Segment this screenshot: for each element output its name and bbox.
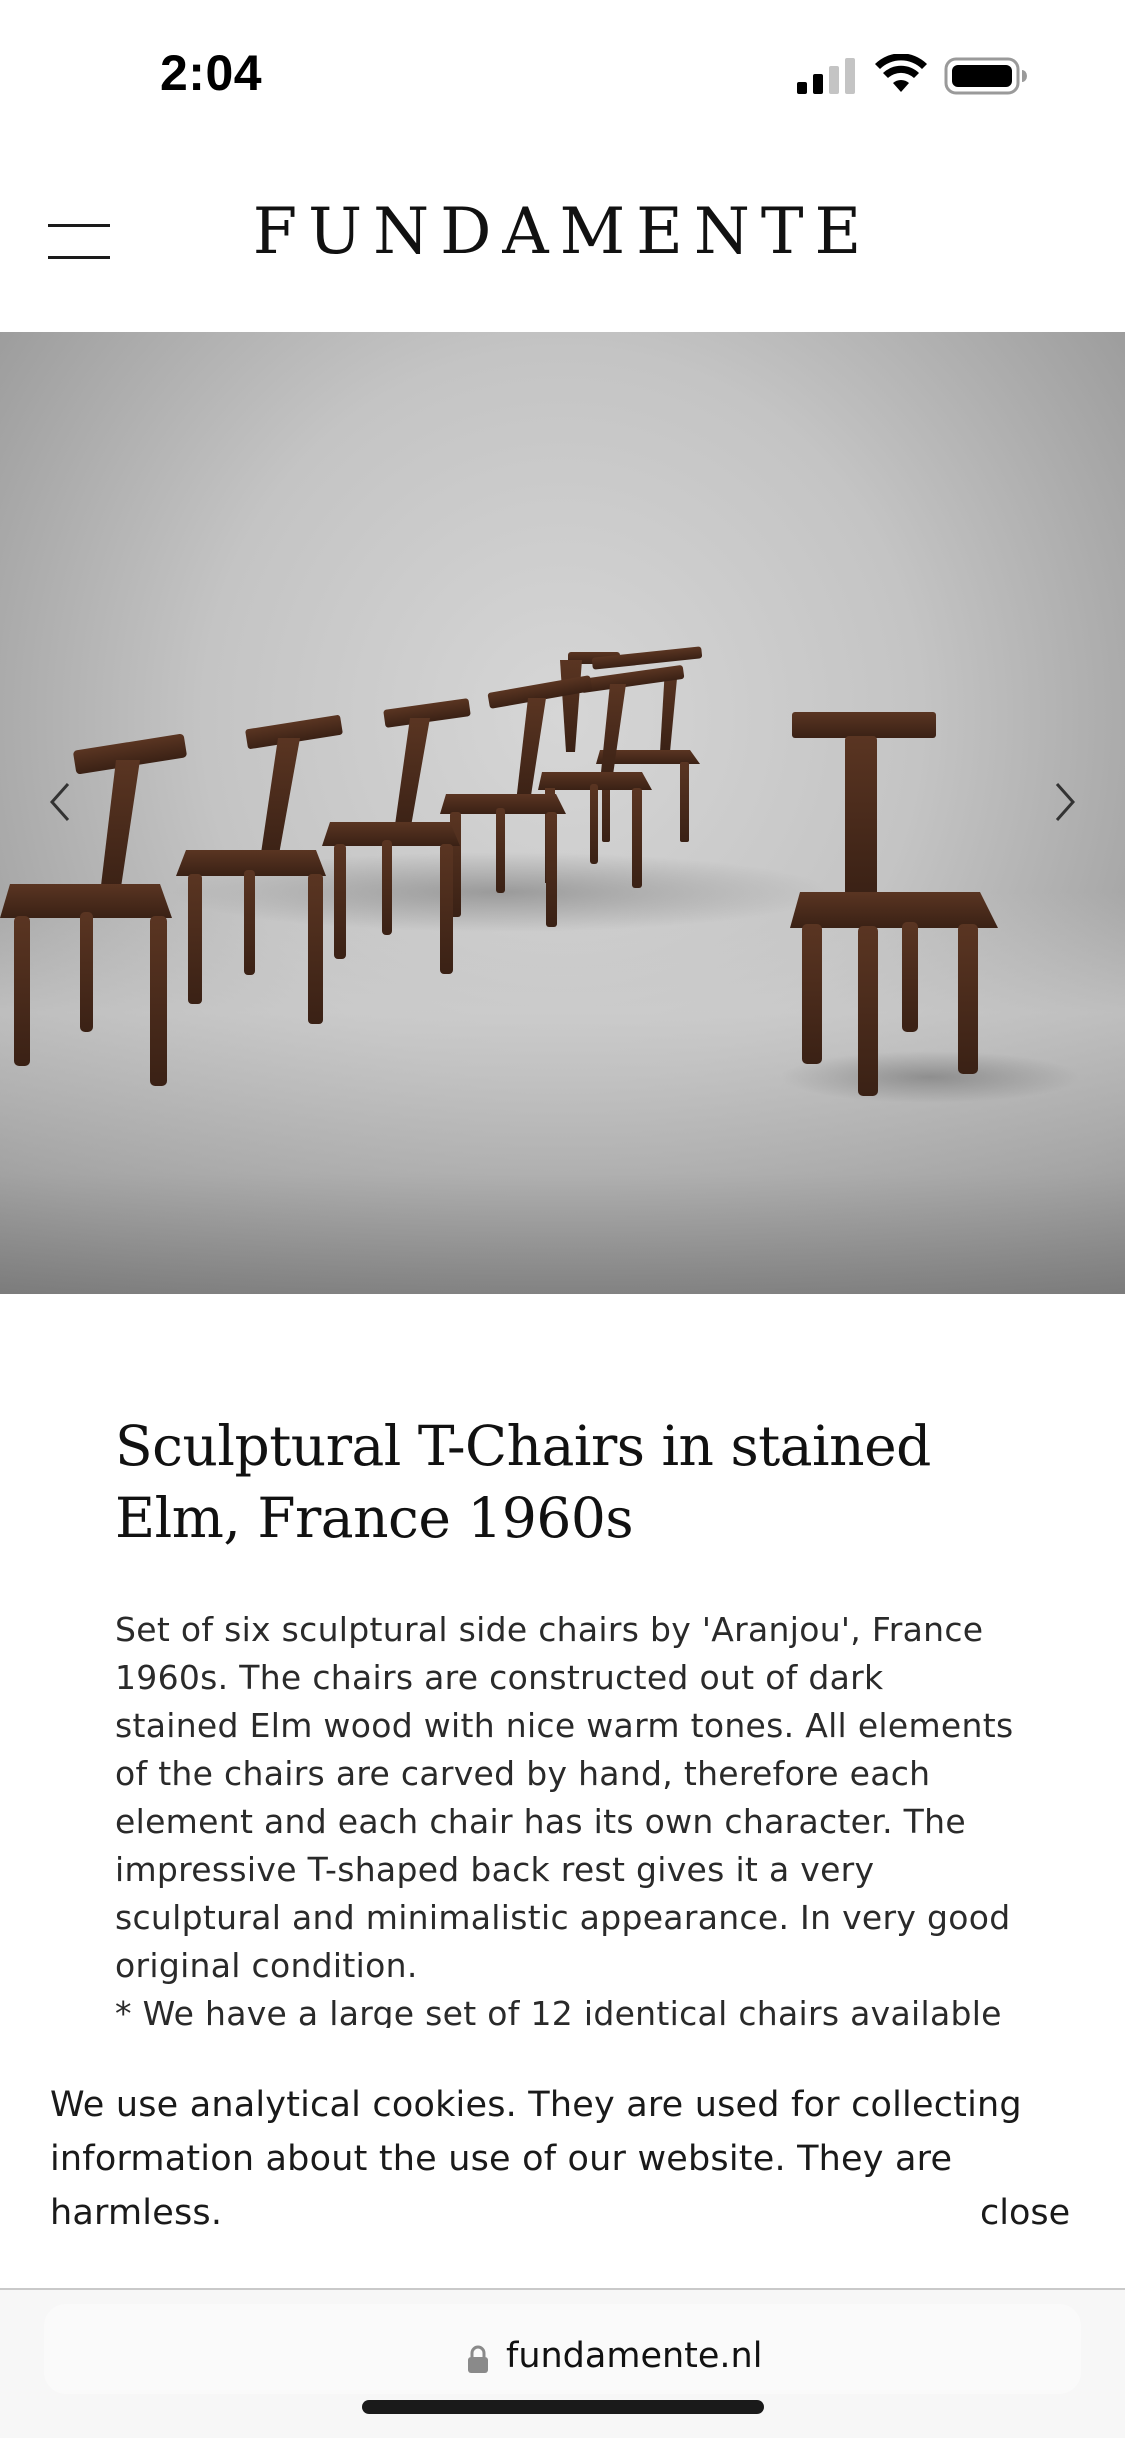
battery-icon <box>944 57 1027 95</box>
cookie-banner: We use analytical cookies. They are used… <box>0 2028 1125 2288</box>
product-description-text: Set of six sculptural side chairs by 'Ar… <box>115 1610 1014 1985</box>
cookie-message: We use analytical cookies. They are used… <box>50 2085 1022 2233</box>
site-header: FUNDAMENTE <box>0 150 1125 332</box>
status-time: 2:04 <box>160 45 263 101</box>
site-logo[interactable]: FUNDAMENTE <box>0 200 1125 264</box>
lock-icon <box>468 2345 488 2373</box>
product-details: Sculptural T-Chairs in stained Elm, Fran… <box>115 1410 1015 2038</box>
status-bar: 2:04 <box>0 0 1125 150</box>
cellular-signal-icon <box>797 58 855 94</box>
wifi-icon <box>875 54 927 92</box>
url-field[interactable]: fundamente.nl <box>44 2304 1081 2394</box>
product-image-gallery[interactable] <box>0 332 1125 1294</box>
url-text: fundamente.nl <box>506 2336 763 2376</box>
chevron-left-icon[interactable] <box>40 772 80 832</box>
product-description: Set of six sculptural side chairs by 'Ar… <box>115 1606 1015 2038</box>
home-indicator[interactable] <box>362 2400 764 2414</box>
chevron-right-icon[interactable] <box>1045 772 1085 832</box>
product-title: Sculptural T-Chairs in stained Elm, Fran… <box>115 1414 931 1550</box>
cookie-close-button[interactable]: close <box>980 2186 1070 2240</box>
product-photo-chairs <box>0 646 1080 1103</box>
browser-address-bar: fundamente.nl <box>0 2288 1125 2438</box>
